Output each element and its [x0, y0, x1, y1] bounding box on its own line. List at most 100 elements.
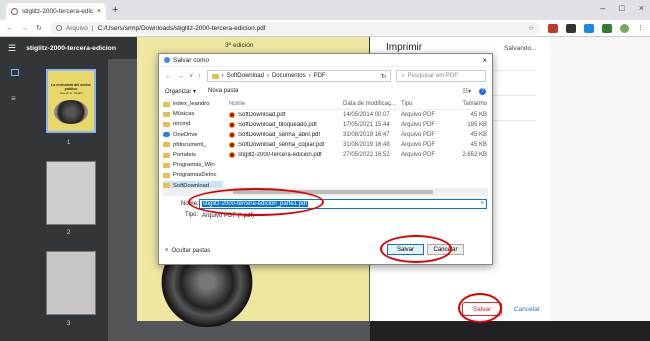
highlight-ellipse-filename	[188, 188, 324, 216]
file-row[interactable]: SoftDownload_senha_abrir.pdf 31/08/2019 …	[229, 130, 487, 140]
path-segment[interactable]: PDF	[314, 73, 326, 79]
sidebar-item-label: pfdocument_	[173, 141, 207, 148]
new-folder-button[interactable]: Nova pasta	[208, 88, 238, 94]
sidebar-item[interactable]: pfdocument_	[163, 140, 223, 150]
file-size: 45 KB	[470, 142, 487, 148]
dialog-command-bar: Organizar ▾ Nova pasta ☷▾ ?	[159, 85, 492, 97]
address-url: C:/Users/srmp/Downloads/stiglitz-2000-te…	[97, 24, 266, 32]
column-header-type[interactable]: Tipo	[401, 101, 445, 107]
pdf-file-icon	[229, 132, 235, 138]
thumbnail-number: 1	[67, 140, 71, 146]
extension-icon[interactable]	[602, 23, 612, 33]
folder-icon	[163, 121, 170, 127]
file-type: Arquivo PDF	[401, 142, 436, 148]
folder-icon	[163, 162, 170, 168]
organize-button[interactable]: Organizar ▾	[165, 88, 196, 95]
page-thumbnail[interactable]	[46, 251, 96, 315]
dialog-close-button[interactable]: ×	[482, 56, 487, 65]
sidebar-item[interactable]: nircmd	[163, 119, 223, 129]
outline-view-icon[interactable]: ≡	[11, 94, 16, 103]
sidebar-item-label: ProgramasDeInc	[173, 172, 217, 179]
info-icon[interactable]	[55, 25, 62, 31]
reload-button[interactable]: ↻	[36, 24, 42, 32]
print-cancel-button[interactable]: Cancelar	[507, 302, 547, 316]
maximize-button[interactable]: □	[619, 3, 624, 13]
column-header-size[interactable]: Tamanho	[445, 101, 487, 107]
type-label: Tipo:	[185, 212, 199, 218]
pdf-title: stiglitz-2000-tercera-edicion	[26, 44, 116, 52]
file-row[interactable]: SoftDownload_senha_copiar.pdf 31/08/2019…	[229, 140, 487, 150]
sidebar-item[interactable]: Programas_Win	[163, 160, 223, 170]
forward-button[interactable]: →	[21, 25, 28, 32]
path-separator-icon: ›	[266, 73, 269, 79]
folder-icon	[163, 142, 170, 148]
path-bar[interactable]: › SoftDownload › Documentos › PDF ↻	[206, 70, 392, 82]
star-icon[interactable]: ☆	[528, 24, 534, 32]
file-name: SoftDownload_senha_copiar.pdf	[238, 142, 325, 148]
file-type: Arquivo PDF	[401, 152, 436, 158]
address-bar[interactable]: Arquivo | C:/Users/srmp/Downloads/stigli…	[49, 21, 540, 35]
menu-icon[interactable]: ⋮	[637, 24, 644, 32]
sidebar-item[interactable]: Portateis	[163, 150, 223, 160]
refresh-icon[interactable]: ↻	[381, 73, 386, 80]
browser-tab[interactable]: stiglitz-2000-tercera-edicion.pdf ×	[6, 3, 106, 20]
dialog-title: Salvar como	[173, 56, 210, 64]
help-icon[interactable]: ?	[479, 87, 486, 95]
sidebar-item[interactable]: ProgramasDeInc	[163, 170, 223, 180]
file-type: Arquivo PDF	[401, 112, 436, 118]
highlight-ellipse-print-save	[458, 293, 502, 323]
extension-icon[interactable]	[548, 23, 558, 33]
pdf-file-icon	[229, 122, 235, 128]
browser-toolbar: ← → ↻ Arquivo | C:/Users/srmp/Downloads/…	[0, 20, 650, 37]
sidebar-item-label: index_leandro	[173, 101, 210, 108]
thumb-cover-title: La economía del sector público	[51, 83, 91, 91]
folder-icon	[163, 172, 170, 178]
file-size: 2.652 KB	[462, 152, 487, 158]
hamburger-icon[interactable]: ☰	[8, 43, 16, 54]
page-thumbnail[interactable]: La economía del sector público Joseph E.…	[46, 69, 96, 133]
thumbnail-view-icon[interactable]	[11, 69, 19, 76]
chevron-down-icon[interactable]: ˅	[189, 73, 193, 80]
path-segment[interactable]: Documentos	[272, 73, 306, 79]
file-row[interactable]: stiglitz-2000-tercera-edicion.pdf 27/05/…	[229, 150, 487, 160]
search-field[interactable]: ⌕ Pesquisar em PDF	[396, 70, 486, 82]
minimize-button[interactable]: –	[600, 3, 605, 13]
forward-icon[interactable]: →	[177, 73, 184, 80]
path-segment[interactable]: SoftDownload	[227, 73, 264, 79]
dialog-titlebar: Salvar como ×	[159, 54, 492, 67]
file-list-header: Nome Data de modificaç... Tipo Tamanho	[229, 99, 487, 110]
sidebar-item[interactable]: Músicas	[163, 109, 223, 119]
dialog-sidebar: index_leandro Músicas nircmd OneDrive pf…	[163, 99, 223, 199]
page-thumbnail[interactable]	[46, 161, 96, 225]
pdf-file-icon	[229, 112, 235, 118]
search-icon: ⌕	[401, 72, 405, 79]
close-window-button[interactable]: ×	[639, 3, 644, 13]
path-separator-icon: ›	[308, 73, 311, 79]
avatar[interactable]	[620, 23, 629, 33]
view-options-icon[interactable]: ☷▾	[463, 88, 471, 95]
file-row[interactable]: SoftDownload.pdf 14/05/2014 00:07 Arquiv…	[229, 110, 487, 120]
up-icon[interactable]: ↑	[198, 73, 202, 80]
file-row[interactable]: SoftDownload_bloqueado.pdf 17/05/2021 15…	[229, 120, 487, 130]
extension-icon[interactable]	[566, 23, 576, 33]
sidebar-item[interactable]: OneDrive	[163, 130, 223, 140]
address-separator: |	[91, 24, 94, 32]
extension-icon[interactable]	[584, 23, 594, 33]
chevron-down-icon[interactable]: ˅	[480, 201, 484, 207]
print-status: Salvando...	[504, 45, 537, 52]
column-header-name[interactable]: Nome	[229, 101, 343, 107]
hide-folders-toggle[interactable]: ˄ Ocultar pastas	[165, 248, 210, 254]
file-date: 14/05/2014 00:07	[343, 112, 390, 118]
page-header-text: 3ª edición	[225, 42, 254, 49]
folder-icon	[163, 101, 170, 107]
sidebar-item-label: nircmd	[173, 121, 191, 128]
back-button[interactable]: ←	[6, 25, 13, 32]
back-icon[interactable]: ←	[165, 73, 172, 80]
tab-title: stiglitz-2000-tercera-edicion.pdf	[22, 8, 93, 15]
new-tab-button[interactable]: +	[112, 4, 118, 16]
column-header-date[interactable]: Data de modificaç...	[343, 101, 401, 107]
tab-strip: stiglitz-2000-tercera-edicion.pdf × + – …	[0, 0, 650, 20]
close-icon[interactable]: ×	[97, 8, 101, 15]
sidebar-item[interactable]: index_leandro	[163, 99, 223, 109]
save-as-dialog: Salvar como × ← → ˅ ↑ › SoftDownload › D…	[158, 53, 493, 265]
